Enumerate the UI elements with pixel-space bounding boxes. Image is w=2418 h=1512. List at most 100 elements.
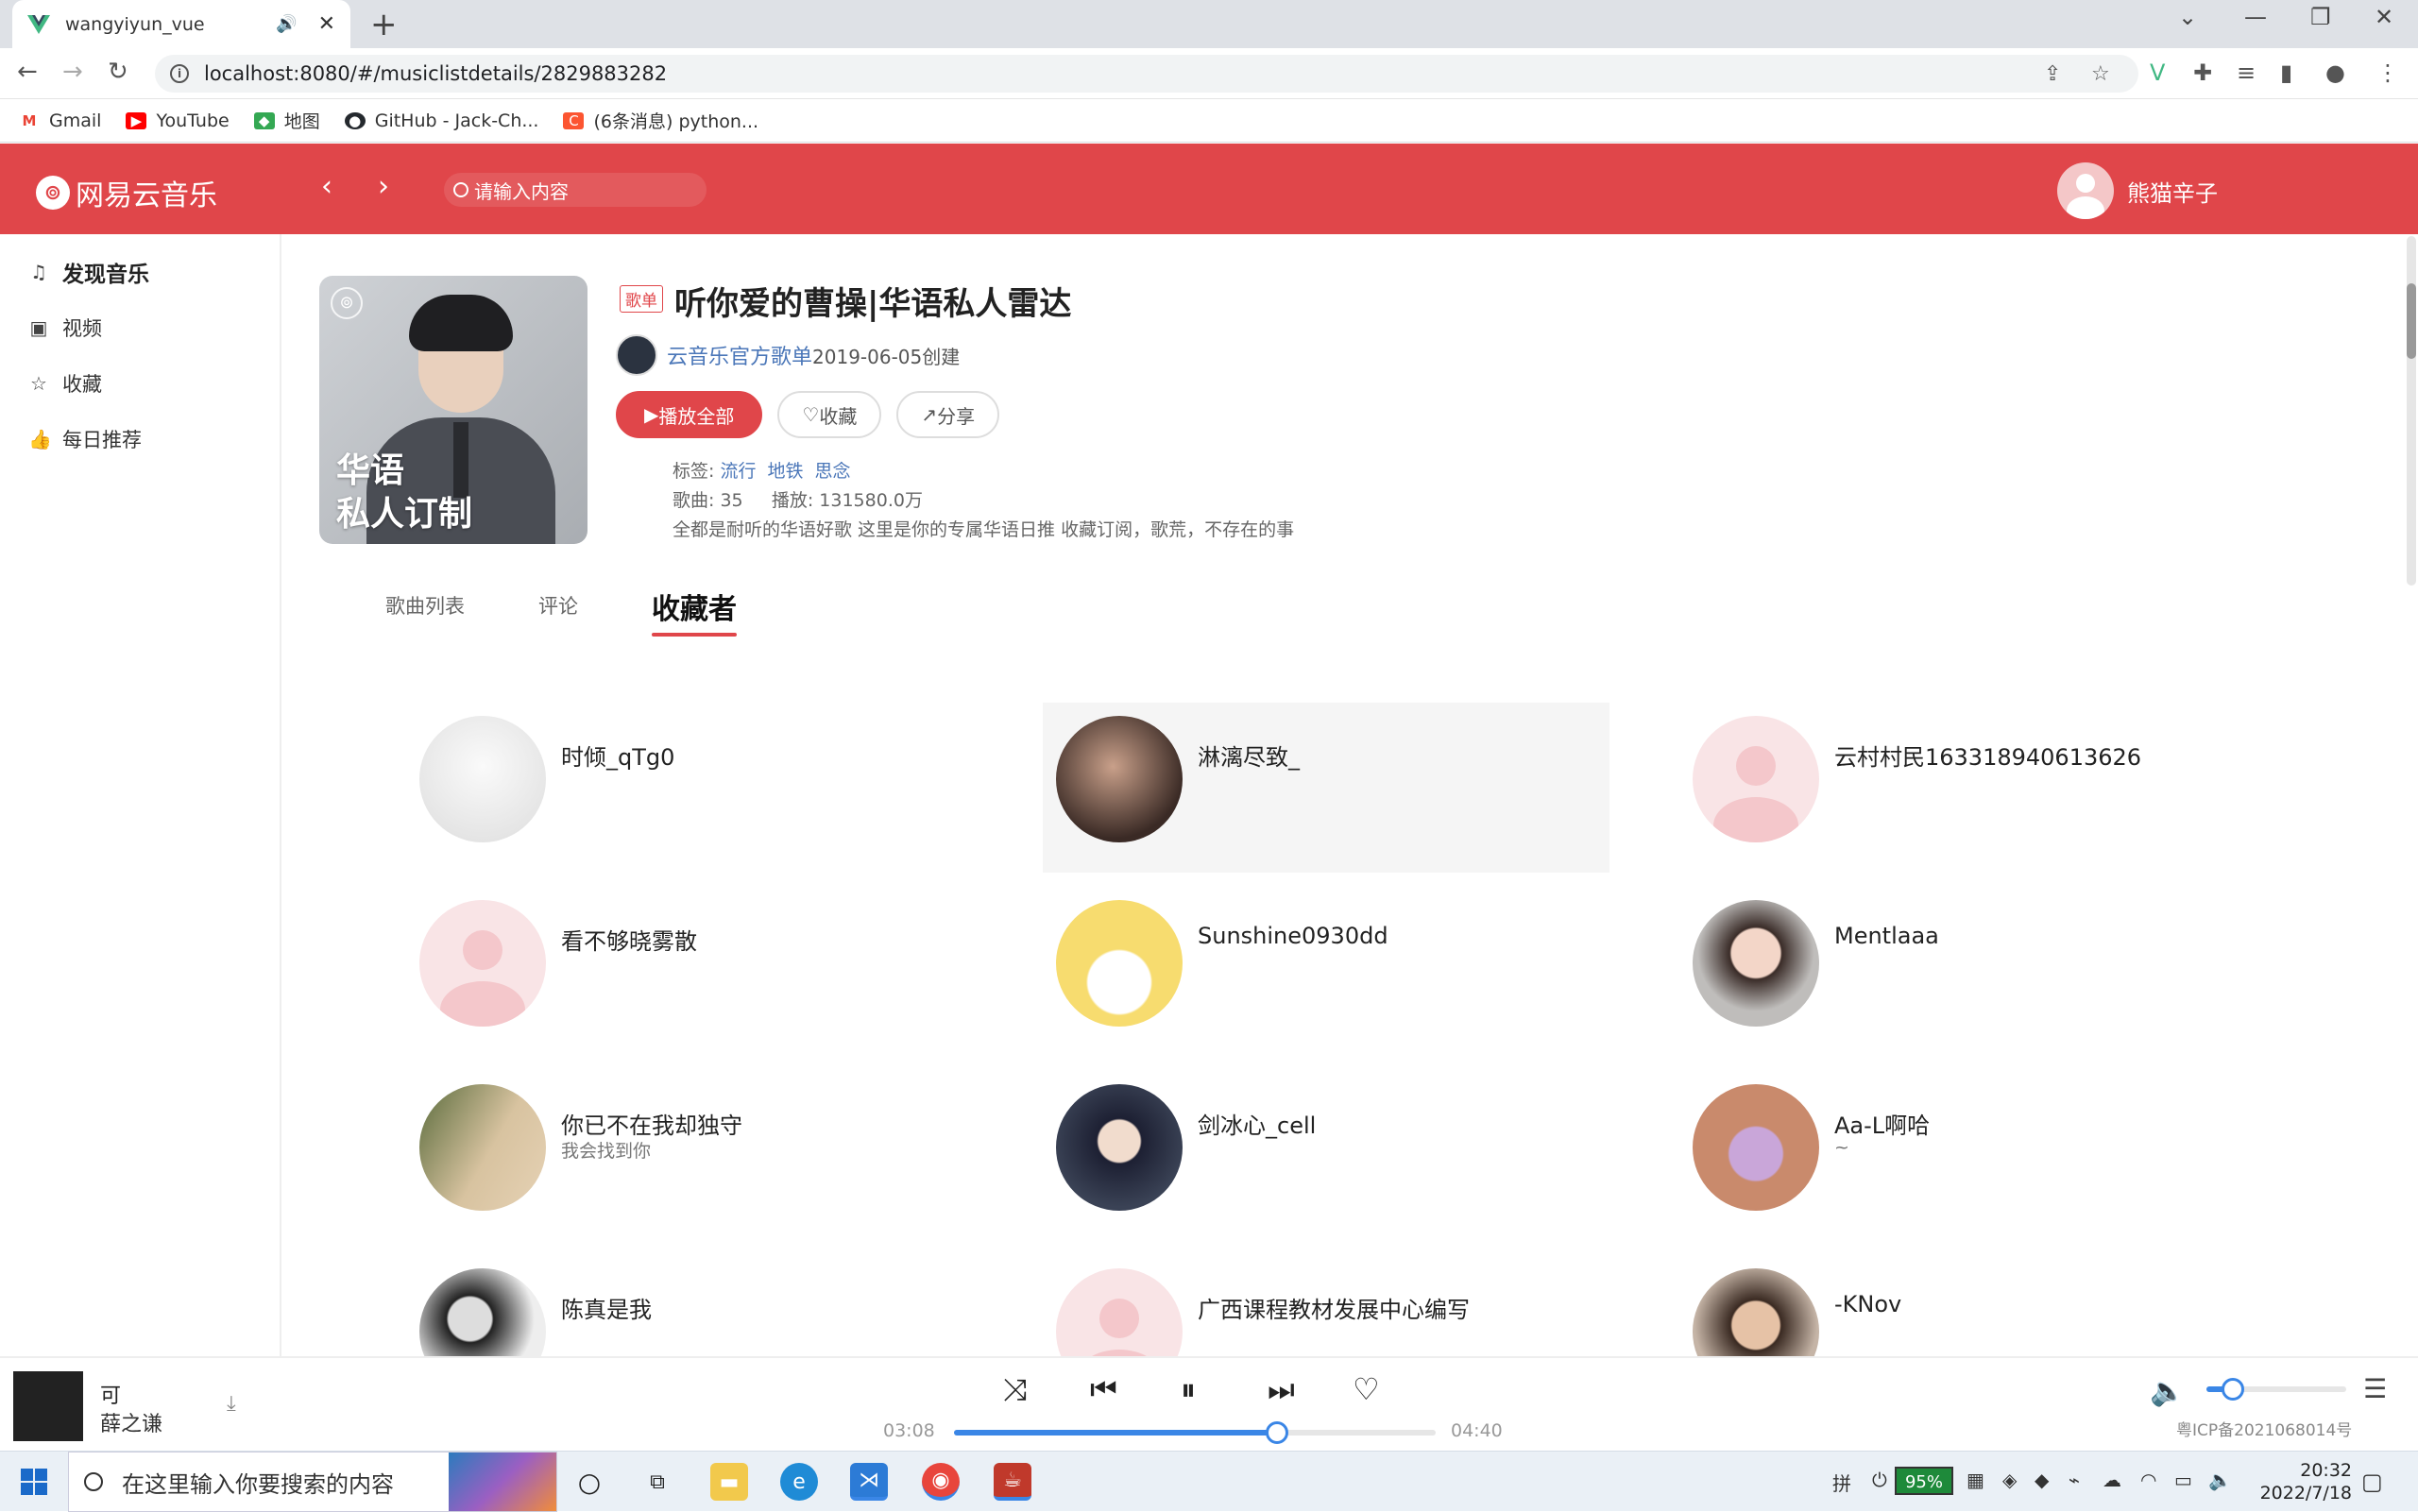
- vue-devtools-icon[interactable]: V: [2150, 59, 2165, 86]
- subscriber-card[interactable]: Aa-L啊哈 ~: [1679, 1071, 2246, 1241]
- creator-avatar[interactable]: [616, 334, 657, 376]
- avatar[interactable]: [2057, 162, 2114, 219]
- subscriber-name[interactable]: 淋漓尽致_: [1198, 739, 1300, 772]
- tag-link[interactable]: 思念: [814, 461, 850, 482]
- tray-app-icon[interactable]: ◈: [2002, 1469, 2017, 1491]
- like-heart-icon[interactable]: ♡: [1353, 1371, 1380, 1407]
- subscriber-card[interactable]: 淋漓尽致_: [1043, 703, 1609, 873]
- subscriber-name[interactable]: Aa-L啊哈: [1834, 1107, 1930, 1140]
- pause-icon[interactable]: ⏸: [1181, 1371, 1196, 1408]
- collect-button[interactable]: ♡ 收藏: [777, 391, 882, 438]
- ime-indicator[interactable]: 拼: [1832, 1469, 1851, 1496]
- restore-button[interactable]: ❐: [2310, 4, 2331, 30]
- subscriber-name[interactable]: 时倾_qTg0: [561, 739, 674, 772]
- sidebar-item-discover[interactable]: ♫ 发现音乐: [0, 244, 280, 299]
- next-icon[interactable]: ⏭: [1268, 1371, 1295, 1408]
- volume-slider[interactable]: [2206, 1378, 2346, 1401]
- sidebar-item-daily[interactable]: 👍 每日推荐: [0, 411, 280, 467]
- chrome-icon[interactable]: ◉: [922, 1463, 960, 1501]
- back-icon[interactable]: ←: [17, 58, 38, 86]
- site-info-icon[interactable]: i: [170, 64, 189, 83]
- now-playing-cover[interactable]: [13, 1371, 83, 1441]
- progress-slider[interactable]: [954, 1421, 1436, 1444]
- minimize-button[interactable]: —: [2244, 4, 2267, 30]
- progress-knob[interactable]: [1265, 1421, 1288, 1444]
- share-button[interactable]: ↗ 分享: [896, 391, 1000, 438]
- wifi-icon[interactable]: ◠: [2140, 1469, 2156, 1491]
- page-scrollbar[interactable]: [2407, 236, 2416, 586]
- subscriber-name[interactable]: 陈真是我: [561, 1291, 652, 1324]
- subscriber-card[interactable]: -KNov: [1679, 1255, 2246, 1356]
- subscriber-card[interactable]: 陈真是我: [406, 1255, 973, 1356]
- notification-icon[interactable]: ▢: [2361, 1469, 2383, 1495]
- tray-app-icon[interactable]: ◆: [2035, 1469, 2049, 1491]
- side-panel-icon[interactable]: ▮: [2280, 59, 2292, 86]
- previous-icon[interactable]: ⏮: [1090, 1371, 1117, 1408]
- tab-song-list[interactable]: 歌曲列表: [385, 591, 465, 633]
- subscriber-name[interactable]: 广西课程教材发展中心编写: [1198, 1291, 1470, 1324]
- java-app-icon[interactable]: ☕: [994, 1463, 1031, 1501]
- profile-icon[interactable]: ●: [2325, 59, 2345, 86]
- nvidia-icon[interactable]: ▦: [1967, 1469, 1984, 1491]
- media-control-icon[interactable]: ≡: [2237, 59, 2256, 86]
- share-icon[interactable]: ⇪: [2044, 62, 2061, 86]
- menu-icon[interactable]: ⋮: [2376, 59, 2399, 86]
- windows-start-icon[interactable]: [21, 1469, 47, 1495]
- taskbar-search[interactable]: 在这里输入你要搜索的内容: [68, 1452, 557, 1512]
- extensions-icon[interactable]: ✚: [2193, 59, 2212, 86]
- subscriber-name[interactable]: Sunshine0930dd: [1198, 923, 1388, 949]
- volume-knob[interactable]: [2222, 1378, 2245, 1401]
- audio-playing-icon[interactable]: 🔊: [276, 14, 297, 34]
- bookmark-star-icon[interactable]: ☆: [2091, 62, 2110, 86]
- shuffle-icon[interactable]: ⤨: [1003, 1371, 1028, 1408]
- speaker-icon[interactable]: 🔈: [2208, 1469, 2232, 1491]
- bookmark-gmail[interactable]: M Gmail: [19, 110, 102, 131]
- subscriber-card[interactable]: 看不够晓雾散: [406, 887, 973, 1057]
- bookmark-maps[interactable]: ◆ 地图: [253, 108, 320, 133]
- url-text[interactable]: localhost:8080/#/musiclistdetails/282988…: [204, 62, 667, 85]
- subscriber-name[interactable]: Mentlaaa: [1834, 923, 1939, 949]
- sidebar-item-video[interactable]: ▣ 视频: [0, 299, 280, 355]
- tab-subscribers[interactable]: 收藏者: [652, 586, 737, 637]
- subscriber-card[interactable]: 时倾_qTg0: [406, 703, 973, 873]
- history-back-icon[interactable]: ‹: [321, 170, 332, 203]
- cortana-icon[interactable]: ○: [570, 1463, 608, 1501]
- file-explorer-icon[interactable]: ▬: [710, 1463, 748, 1501]
- tab-close-icon[interactable]: ✕: [318, 12, 335, 36]
- cloud-icon[interactable]: ☁: [2103, 1469, 2121, 1491]
- subscriber-name[interactable]: 看不够晓雾散: [561, 923, 697, 956]
- download-icon[interactable]: ⤓: [227, 1392, 236, 1416]
- subscriber-card[interactable]: 云村村民163318940613626: [1679, 703, 2246, 873]
- tab-comments[interactable]: 评论: [538, 591, 578, 633]
- search-input[interactable]: 请输入内容: [444, 173, 707, 207]
- new-tab-button[interactable]: +: [370, 6, 398, 43]
- subscriber-card[interactable]: 广西课程教材发展中心编写: [1043, 1255, 1609, 1356]
- username[interactable]: 熊猫辛子: [2127, 175, 2218, 208]
- battery-indicator[interactable]: 95%: [1895, 1467, 1953, 1495]
- reload-icon[interactable]: ↻: [108, 58, 128, 86]
- tag-link[interactable]: 地铁: [767, 461, 803, 482]
- user-profile[interactable]: 熊猫辛子: [2057, 162, 2218, 219]
- tag-link[interactable]: 流行: [720, 461, 756, 482]
- brand[interactable]: ⊚ 网易云音乐: [36, 172, 217, 213]
- bookmark-youtube[interactable]: ▶ YouTube: [126, 110, 230, 131]
- subscriber-card[interactable]: Mentlaaa: [1679, 887, 2246, 1057]
- subscriber-name[interactable]: 剑冰心_cell: [1198, 1107, 1316, 1140]
- tab-search-icon[interactable]: ⌄: [2178, 4, 2197, 30]
- playlist-queue-icon[interactable]: ☰: [2363, 1373, 2387, 1404]
- subscriber-name[interactable]: 你已不在我却独守: [561, 1107, 742, 1140]
- bookmark-github[interactable]: ● GitHub - Jack-Ch...: [344, 110, 538, 131]
- edge-icon[interactable]: e: [780, 1463, 818, 1501]
- creator-name[interactable]: 云音乐官方歌单: [667, 340, 812, 370]
- subscriber-card[interactable]: 剑冰心_cell: [1043, 1071, 1609, 1241]
- vscode-icon[interactable]: ⋊: [850, 1463, 888, 1501]
- history-forward-icon[interactable]: ›: [378, 170, 389, 203]
- scrollbar-thumb[interactable]: [2407, 283, 2416, 359]
- system-clock[interactable]: 20:32 2022/7/18: [2239, 1459, 2352, 1504]
- bookmark-csdn[interactable]: C (6条消息) python...: [563, 108, 758, 133]
- icp-text[interactable]: 粤ICP备2021068014号: [2176, 1417, 2352, 1440]
- task-view-icon[interactable]: ⧉: [639, 1463, 676, 1501]
- power-plug-icon[interactable]: ⏻: [1872, 1469, 1887, 1491]
- usb-icon[interactable]: ⌁: [2069, 1469, 2080, 1491]
- close-window-button[interactable]: ✕: [2375, 4, 2393, 30]
